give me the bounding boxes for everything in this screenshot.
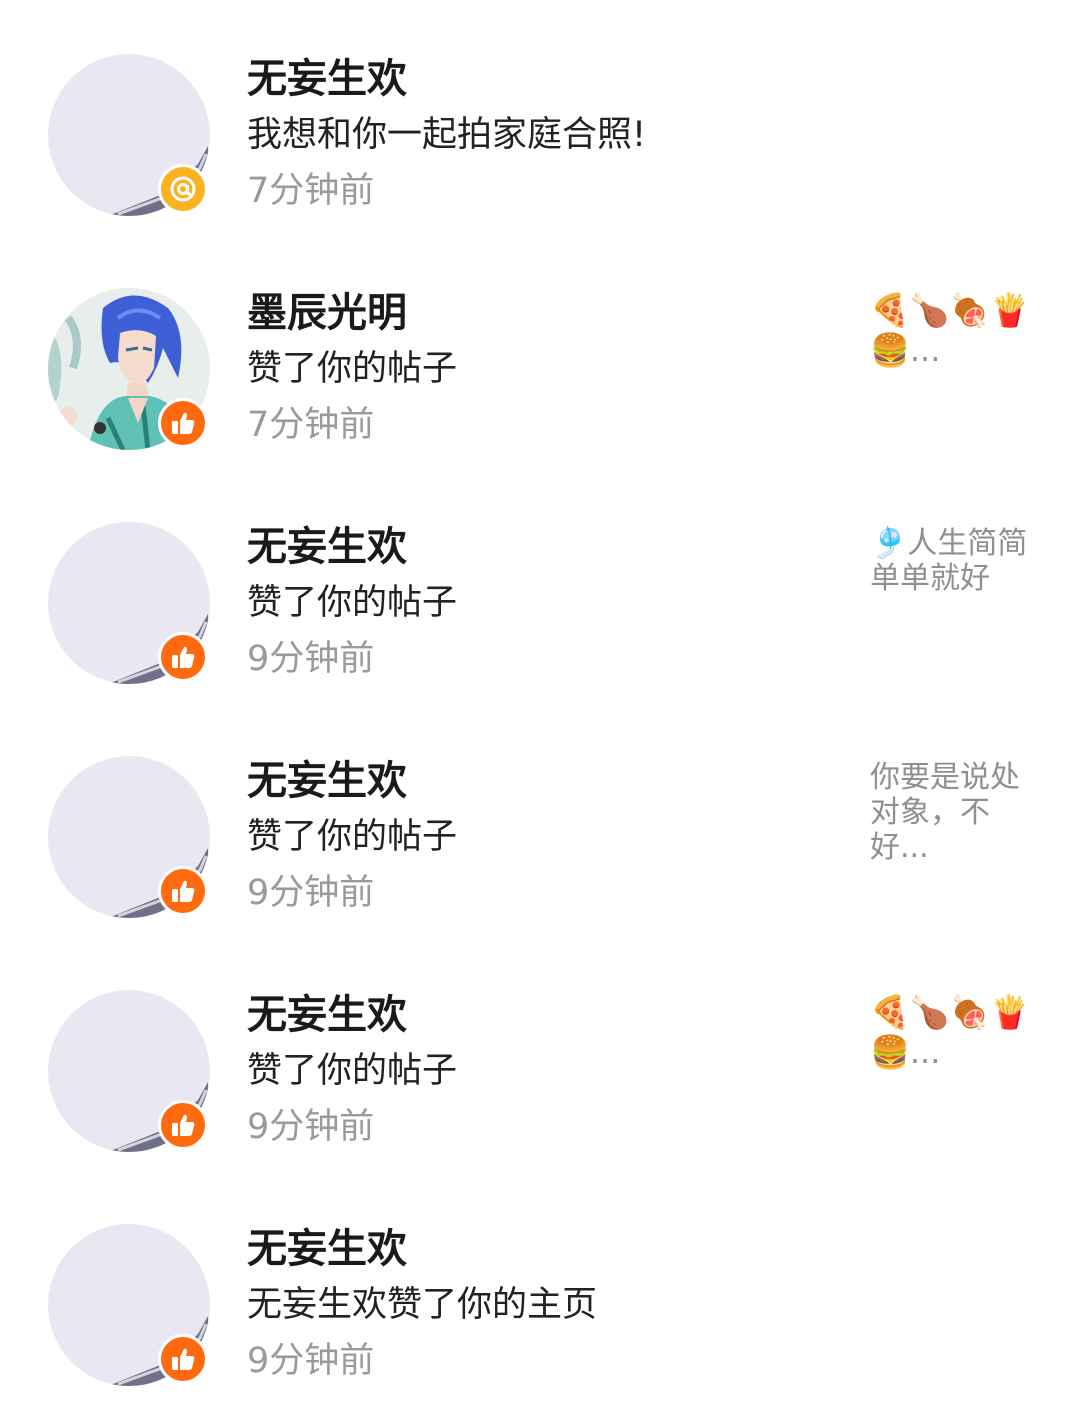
timestamp: 9分钟前 [247,1341,375,1381]
mention-badge [158,164,208,214]
avatar-wrap[interactable] [48,756,210,918]
post-preview-text: 你要是说处对象，不好... [870,760,1020,865]
notification-item[interactable]: 无妄生欢 赞了你的帖子 9分钟前 🍕🍗🍖🍟🍔... [0,936,1080,1170]
avatar-wrap[interactable] [48,54,210,216]
post-preview-text: 🎐人生简简单单就好 [870,526,1028,596]
like-badge [158,1100,208,1150]
timestamp: 7分钟前 [247,171,375,211]
notification-text: 赞了你的帖子 [247,817,458,857]
post-preview[interactable]: 你要是说处对象，不好... [870,760,1035,865]
avatar-wrap[interactable] [48,522,210,684]
notification-item[interactable]: 无妄生欢 赞了你的帖子 9分钟前 🎐人生简简单单就好 [0,468,1080,702]
sender-name[interactable]: 无妄生欢 [247,754,407,808]
post-preview[interactable]: 🍕🍗🍖🍟🍔... [870,290,1035,370]
notification-text: 我想和你一起拍家庭合照! [247,115,647,155]
thumbs-up-icon [172,1348,195,1370]
like-badge [158,632,208,682]
post-preview[interactable]: 🍕🍗🍖🍟🍔... [870,992,1035,1072]
avatar-wrap[interactable] [48,1224,210,1386]
avatar-wrap[interactable] [48,288,210,450]
timestamp: 7分钟前 [247,405,375,445]
timestamp: 9分钟前 [247,639,375,679]
avatar-wrap[interactable] [48,990,210,1152]
notification-text: 赞了你的帖子 [247,1051,458,1091]
thumbs-up-icon [172,646,195,668]
notification-text: 赞了你的帖子 [247,349,458,389]
notification-item[interactable]: 无妄生欢 我想和你一起拍家庭合照! 7分钟前 [0,0,1080,234]
timestamp: 9分钟前 [247,1107,375,1147]
post-preview-text: 🍕🍗🍖🍟🍔... [870,993,1030,1071]
post-preview[interactable]: 🎐人生简简单单就好 [870,526,1035,596]
sender-name[interactable]: 无妄生欢 [247,520,407,574]
like-badge [158,866,208,916]
sender-name[interactable]: 墨辰光明 [247,286,407,340]
notification-item[interactable]: 无妄生欢 赞了你的帖子 9分钟前 你要是说处对象，不好... [0,702,1080,936]
timestamp: 9分钟前 [247,873,375,913]
notification-item[interactable]: 墨辰光明 赞了你的帖子 7分钟前 🍕🍗🍖🍟🍔... [0,234,1080,468]
notification-text: 无妄生欢赞了你的主页 [247,1285,598,1325]
like-badge [158,398,208,448]
sender-name[interactable]: 无妄生欢 [247,988,407,1042]
notification-text: 赞了你的帖子 [247,583,458,623]
sender-name[interactable]: 无妄生欢 [247,1222,407,1276]
notification-item[interactable]: 无妄生欢 无妄生欢赞了你的主页 9分钟前 [0,1170,1080,1404]
post-preview-text: 🍕🍗🍖🍟🍔... [870,291,1030,369]
thumbs-up-icon [172,412,195,434]
sender-name[interactable]: 无妄生欢 [247,52,407,106]
at-icon [170,176,196,202]
thumbs-up-icon [172,1114,195,1136]
like-badge [158,1334,208,1384]
thumbs-up-icon [172,880,195,902]
